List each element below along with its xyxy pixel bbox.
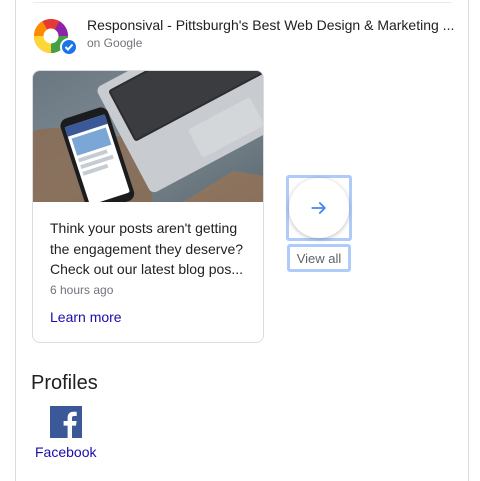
post-image[interactable] xyxy=(33,71,263,212)
facebook-label[interactable]: Facebook xyxy=(35,444,96,460)
divider xyxy=(33,2,452,3)
learn-more-link[interactable]: Learn more xyxy=(50,309,122,325)
facebook-icon[interactable] xyxy=(50,406,82,438)
business-source: on Google xyxy=(87,36,143,50)
post-text[interactable]: Think your posts aren't getting the enga… xyxy=(50,218,255,280)
next-posts-button[interactable] xyxy=(289,178,349,238)
profile-facebook[interactable]: Facebook xyxy=(35,406,99,466)
post-card[interactable]: Think your posts aren't getting the enga… xyxy=(32,70,264,343)
business-name[interactable]: Responsival - Pittsburgh's Best Web Desi… xyxy=(87,17,457,33)
view-all-button[interactable]: View all xyxy=(287,244,351,272)
profiles-heading: Profiles xyxy=(31,372,98,394)
post-timestamp: 6 hours ago xyxy=(50,283,114,297)
arrow-right-icon xyxy=(311,202,326,214)
business-logo-icon xyxy=(32,17,78,57)
